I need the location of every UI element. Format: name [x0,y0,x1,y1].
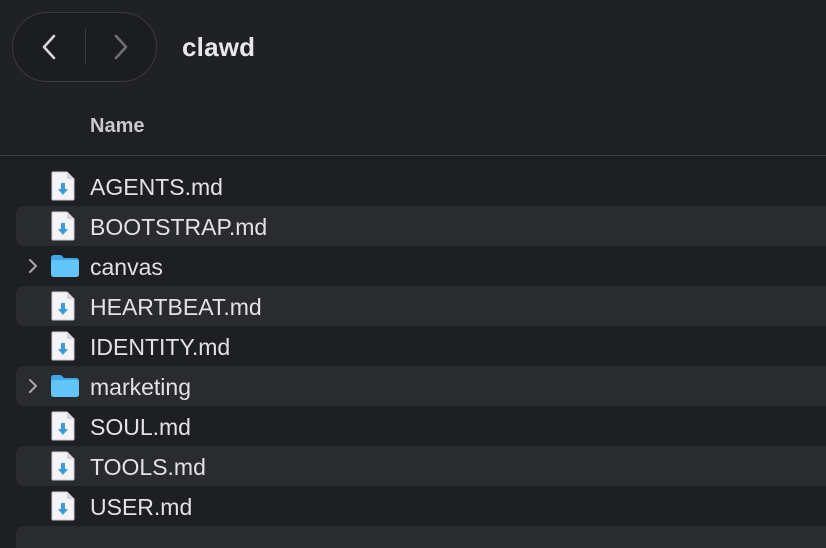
markdown-file-icon [51,171,75,201]
folder-icon [51,375,79,397]
column-header-name[interactable]: Name [90,115,144,138]
disclosure-triangle-icon[interactable] [26,258,40,274]
folder-icon [51,255,79,277]
file-row[interactable]: HEARTBEAT.md [16,286,826,326]
file-row[interactable]: IDENTITY.md [16,326,826,366]
back-button[interactable] [13,13,85,81]
file-list: AGENTS.md BOOTSTRAP.md canvas HEARTBEAT.md I… [0,166,826,526]
item-name: AGENTS.md [90,174,223,200]
item-name: USER.md [90,494,193,520]
item-name: marketing [90,374,191,400]
file-row[interactable]: SOUL.md [16,406,826,446]
toolbar: clawd [0,0,826,96]
file-row[interactable]: USER.md [16,486,826,526]
folder-row[interactable]: marketing [16,366,826,406]
window-title: clawd [182,32,256,62]
markdown-file-icon [51,291,75,321]
navigation-group [12,12,157,82]
item-name: HEARTBEAT.md [90,294,262,320]
markdown-file-icon [51,411,75,441]
forward-button[interactable] [85,13,157,81]
markdown-file-icon [51,331,75,361]
chevron-right-icon [114,34,128,60]
markdown-file-icon [51,491,75,521]
disclosure-triangle-icon[interactable] [26,378,40,394]
file-row[interactable]: BOOTSTRAP.md [16,206,826,246]
item-name: canvas [90,254,163,280]
empty-list-row [16,526,826,548]
item-name: TOOLS.md [90,454,206,480]
file-row[interactable]: AGENTS.md [16,166,826,206]
item-name: BOOTSTRAP.md [90,214,268,240]
item-name: IDENTITY.md [90,334,231,360]
folder-row[interactable]: canvas [16,246,826,286]
chevron-left-icon [42,34,56,60]
column-header-row: Name [0,96,826,156]
finder-window: clawd Name AGENTS.md BOOTSTRAP.md canvas HE… [0,0,826,548]
markdown-file-icon [51,211,75,241]
item-name: SOUL.md [90,414,191,440]
markdown-file-icon [51,451,75,481]
file-row[interactable]: TOOLS.md [16,446,826,486]
